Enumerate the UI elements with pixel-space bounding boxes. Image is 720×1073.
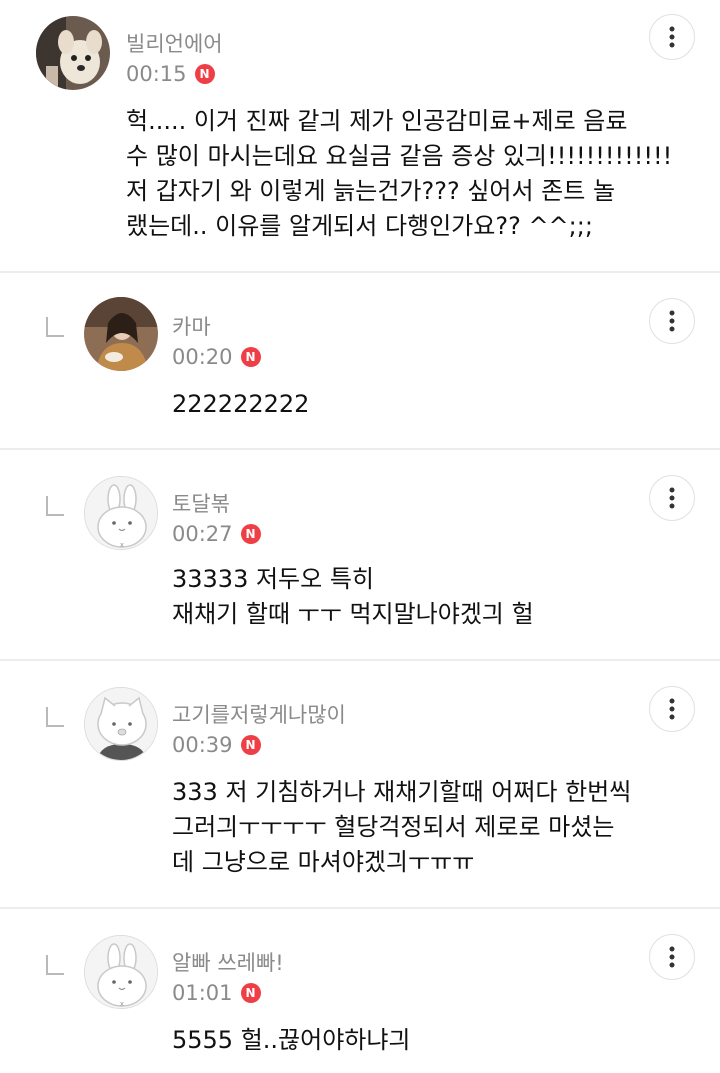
more-vertical-icon bbox=[669, 946, 675, 968]
reply-indent-icon bbox=[46, 496, 64, 516]
comment-author[interactable]: 토달볶 bbox=[172, 488, 230, 518]
avatar[interactable] bbox=[84, 687, 158, 761]
more-options-button[interactable] bbox=[649, 934, 695, 980]
rabbit-avatar-icon: x bbox=[85, 936, 157, 1008]
reply-indent-icon bbox=[46, 317, 64, 337]
reply-item: 카마 00:20 N 222222222 bbox=[0, 273, 720, 448]
reply-item: x 토달볶 00:27 N 33333 저두오 특히 재채기 할때 ㅜㅜ 먹지말… bbox=[0, 450, 720, 660]
new-badge: N bbox=[194, 64, 215, 84]
comment-meta: 01:01 N bbox=[172, 979, 261, 1007]
svg-text:x: x bbox=[120, 1000, 124, 1008]
reply-item: 고기를저렇게나많이 00:39 N 333 저 기침하거나 재채기할때 어쩌다 … bbox=[0, 661, 720, 907]
comment-time: 00:39 bbox=[172, 733, 233, 757]
comment-author[interactable]: 카마 bbox=[172, 311, 211, 341]
more-vertical-icon bbox=[669, 26, 675, 48]
woman-avatar-icon bbox=[84, 297, 158, 371]
comment-time: 00:15 bbox=[126, 62, 187, 86]
more-options-button[interactable] bbox=[649, 14, 695, 60]
comment-meta: 00:15 N bbox=[126, 60, 215, 88]
avatar[interactable]: x bbox=[84, 476, 158, 550]
reply-indent-icon bbox=[46, 955, 64, 975]
comment-time: 00:20 bbox=[172, 345, 233, 369]
reply-item: x 알빠 쓰레빠! 01:01 N 5555 헐..끊어야하냐긔 bbox=[0, 909, 720, 1073]
reply-indent-icon bbox=[46, 707, 64, 727]
dog-avatar-icon bbox=[36, 16, 110, 90]
new-badge: N bbox=[240, 524, 261, 544]
new-badge: N bbox=[240, 347, 261, 367]
avatar[interactable] bbox=[84, 297, 158, 371]
more-vertical-icon bbox=[669, 698, 675, 720]
avatar[interactable]: x bbox=[84, 935, 158, 1009]
comment-author[interactable]: 고기를저렇게나많이 bbox=[172, 699, 346, 729]
more-options-button[interactable] bbox=[649, 475, 695, 521]
comment-meta: 00:39 N bbox=[172, 731, 261, 759]
comment-author[interactable]: 빌리언에어 bbox=[126, 28, 223, 58]
comment-text: 222222222 bbox=[172, 390, 310, 418]
more-options-button[interactable] bbox=[649, 686, 695, 732]
more-vertical-icon bbox=[669, 310, 675, 332]
rabbit-avatar-icon: x bbox=[85, 477, 157, 549]
comment-text: 5555 헐..끊어야하냐긔 bbox=[172, 1026, 411, 1054]
comment-text: 33333 저두오 특히 재채기 할때 ㅜㅜ 먹지말나야겠긔 헐 bbox=[172, 565, 534, 628]
cat-avatar-icon bbox=[85, 688, 157, 760]
comment-meta: 00:27 N bbox=[172, 520, 261, 548]
new-badge: N bbox=[240, 735, 261, 755]
more-options-button[interactable] bbox=[649, 298, 695, 344]
comment-author[interactable]: 알빠 쓰레빠! bbox=[172, 947, 284, 977]
comment-time: 01:01 bbox=[172, 981, 233, 1005]
svg-text:x: x bbox=[120, 541, 124, 549]
comment-item: 빌리언에어 00:15 N 헉..... 이거 진짜 같긔 제가 인공감미료+제… bbox=[0, 0, 720, 272]
more-vertical-icon bbox=[669, 487, 675, 509]
comment-text: 333 저 기침하거나 재채기할때 어쩌다 한번씩 그러긔ㅜㅜㅜㅜ 혈당걱정되서… bbox=[172, 778, 632, 876]
avatar[interactable] bbox=[36, 16, 110, 90]
new-badge: N bbox=[240, 983, 261, 1003]
comment-time: 00:27 bbox=[172, 522, 233, 546]
comment-meta: 00:20 N bbox=[172, 343, 261, 371]
comment-text: 헉..... 이거 진짜 같긔 제가 인공감미료+제로 음료 수 많이 마시는데… bbox=[126, 107, 673, 240]
